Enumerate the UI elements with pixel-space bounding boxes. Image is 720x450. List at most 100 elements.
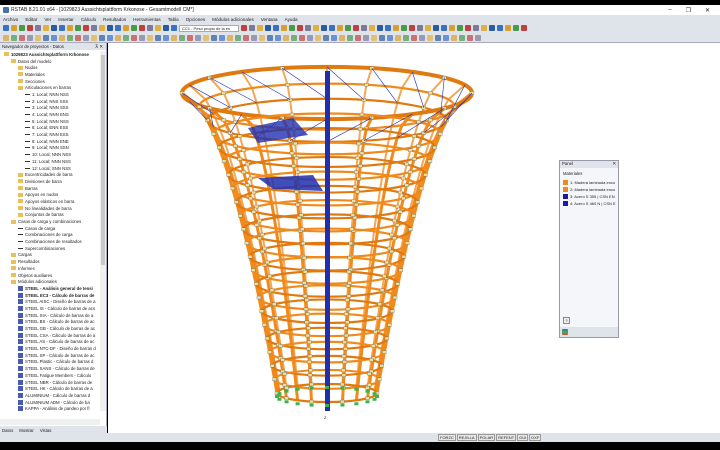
toolbar-button-icon[interactable]: [345, 25, 351, 31]
tree-item[interactable]: 1: Local; NNN NSS: [0, 91, 100, 98]
tree-item[interactable]: Supercombinaciones: [0, 245, 100, 252]
toolbar-button-icon[interactable]: [235, 34, 241, 41]
toolbar-button-icon[interactable]: [435, 34, 441, 41]
toolbar-button-icon[interactable]: [321, 25, 327, 31]
toolbar-button-icon[interactable]: [505, 25, 511, 31]
toolbar-button-icon[interactable]: [163, 25, 169, 31]
menu-item[interactable]: Editar: [25, 17, 37, 22]
toolbar-button-icon[interactable]: [459, 34, 465, 41]
tree-item[interactable]: STEEL SANS - Cálculo de barras de: [0, 365, 100, 372]
tree-item[interactable]: Articulaciones en barras: [0, 84, 100, 91]
tree-item[interactable]: 9: Local; NNN SSN: [0, 145, 100, 152]
tree-item[interactable]: Materiales: [0, 71, 100, 78]
menu-item[interactable]: Insertar: [58, 17, 74, 22]
tree-item[interactable]: STEEL Plastic - Cálculo de barras d: [0, 359, 100, 366]
toolbar-button-icon[interactable]: [171, 25, 177, 31]
tree-item[interactable]: ALUMINIUM ADM - Cálculo de ba: [0, 399, 100, 406]
toolbar-button-icon[interactable]: [241, 25, 247, 31]
toolbar-button-icon[interactable]: [11, 25, 17, 31]
toolbar-button-icon[interactable]: [331, 34, 337, 41]
toolbar-button-icon[interactable]: [27, 34, 33, 41]
vertical-scrollbar[interactable]: [100, 51, 106, 411]
tree-item[interactable]: STEEL - Análisis general de tensi: [0, 285, 100, 292]
toolbar-button-icon[interactable]: [219, 34, 225, 41]
toolbar-button-icon[interactable]: [425, 25, 431, 31]
toolbar-button-icon[interactable]: [433, 25, 439, 31]
toolbar-button-icon[interactable]: [451, 34, 457, 41]
toolbar-button-icon[interactable]: [443, 34, 449, 41]
toolbar-button-icon[interactable]: [43, 25, 49, 31]
toolbar-button-icon[interactable]: [187, 34, 193, 41]
toolbar-button-icon[interactable]: [27, 25, 33, 31]
toolbar-button-icon[interactable]: [297, 25, 303, 31]
toolbar-button-icon[interactable]: [315, 34, 321, 41]
toolbar-button-icon[interactable]: [179, 34, 185, 41]
tree-item[interactable]: 10: Local; NNN NSS: [0, 151, 100, 158]
minimize-button[interactable]: –: [668, 7, 671, 14]
toolbar-button-icon[interactable]: [19, 25, 25, 31]
tree-item[interactable]: 1029823 Aussichtsplattform Krkonose: [0, 51, 100, 58]
tree-item[interactable]: 3: Local; NNN SSS: [0, 105, 100, 112]
toolbar-button-icon[interactable]: [83, 34, 89, 41]
toolbar-button-icon[interactable]: [283, 34, 289, 41]
toolbar-button-icon[interactable]: [465, 25, 471, 31]
tree-item[interactable]: Divisiones de barra: [0, 178, 100, 185]
tree-item[interactable]: Datos del modelo: [0, 58, 100, 65]
toolbar-button-icon[interactable]: [369, 25, 375, 31]
toolbar-button-icon[interactable]: [243, 34, 249, 41]
help-button[interactable]: ?: [563, 317, 570, 324]
toolbar-button-icon[interactable]: [131, 25, 137, 31]
toolbar-button-icon[interactable]: [155, 34, 161, 41]
toolbar-button-icon[interactable]: [3, 34, 9, 41]
toolbar-button-icon[interactable]: [75, 25, 81, 31]
tree-item[interactable]: STEEL CSA - Cálculo de barras de a: [0, 332, 100, 339]
toolbar-button-icon[interactable]: [227, 34, 233, 41]
toolbar-button-icon[interactable]: [347, 34, 353, 41]
status-toggle-gui[interactable]: GUI: [517, 434, 529, 441]
menu-item[interactable]: Módulos adicionales: [212, 17, 254, 22]
tree-item[interactable]: Informes: [0, 265, 100, 272]
tree-item[interactable]: STEEL NBR - Cálculo de barras de: [0, 379, 100, 386]
toolbar-button-icon[interactable]: [337, 25, 343, 31]
toolbar-button-icon[interactable]: [403, 34, 409, 41]
tree-item[interactable]: Barras: [0, 185, 100, 192]
horizontal-scrollbar[interactable]: [0, 419, 100, 425]
toolbar-button-icon[interactable]: [3, 25, 9, 31]
toolbar-button-icon[interactable]: [83, 25, 89, 31]
toolbar-button-icon[interactable]: [19, 34, 25, 41]
tree-item[interactable]: Nudos: [0, 64, 100, 71]
menu-item[interactable]: Archivo: [3, 17, 18, 22]
tree-item[interactable]: Apoyos en nudos: [0, 191, 100, 198]
toolbar-button-icon[interactable]: [203, 34, 209, 41]
tree-item[interactable]: STEEL SIA - Cálculo de barras de a: [0, 312, 100, 319]
tree-item[interactable]: 2: Local; NNS SSS: [0, 98, 100, 105]
color-scale-icon[interactable]: [562, 329, 568, 335]
close-button[interactable]: ✕: [705, 7, 710, 14]
toolbar-button-icon[interactable]: [467, 34, 473, 41]
tree-item[interactable]: Cargas: [0, 252, 100, 259]
toolbar-button-icon[interactable]: [51, 25, 57, 31]
tree-item[interactable]: Casos de carga: [0, 225, 100, 232]
toolbar-button-icon[interactable]: [91, 25, 97, 31]
toolbar-button-icon[interactable]: [265, 25, 271, 31]
toolbar-button-icon[interactable]: [139, 25, 145, 31]
tree-item[interactable]: 12: Local; SNN NSS: [0, 165, 100, 172]
toolbar-button-icon[interactable]: [163, 34, 169, 41]
toolbar-button-icon[interactable]: [339, 34, 345, 41]
toolbar-button-icon[interactable]: [513, 25, 519, 31]
tree-item[interactable]: STEEL NTC-DF - Diseño de barras d: [0, 345, 100, 352]
toolbar-button-icon[interactable]: [91, 34, 97, 41]
menu-item[interactable]: Ventana: [261, 17, 278, 22]
toolbar-button-icon[interactable]: [249, 25, 255, 31]
toolbar-button-icon[interactable]: [361, 25, 367, 31]
toolbar-button-icon[interactable]: [401, 25, 407, 31]
toolbar-button-icon[interactable]: [43, 34, 49, 41]
menu-item[interactable]: Opciones: [186, 17, 205, 22]
tree-item[interactable]: 5: Local; NNN NSS: [0, 118, 100, 125]
toolbar-button-icon[interactable]: [147, 34, 153, 41]
toolbar-button-icon[interactable]: [393, 25, 399, 31]
toolbar-button-icon[interactable]: [307, 34, 313, 41]
toolbar-button-icon[interactable]: [521, 25, 527, 31]
tree-item[interactable]: STEEL HK - Cálculo de barras de a: [0, 385, 100, 392]
toolbar-button-icon[interactable]: [385, 25, 391, 31]
